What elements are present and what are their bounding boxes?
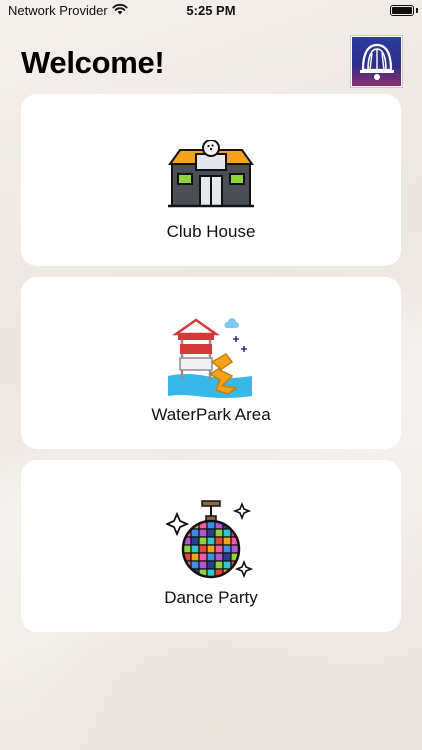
club-house-icon (166, 130, 256, 220)
status-time: 5:25 PM (186, 3, 236, 18)
disco-tile (214, 536, 224, 546)
disco-tile (230, 521, 239, 530)
status-bar: Network Provider 5:25 PM (0, 0, 422, 22)
battery-icon (390, 5, 414, 16)
battery-fill (392, 7, 412, 14)
disco-tile (214, 552, 224, 562)
disco-tile (206, 528, 216, 538)
disco-tile (190, 528, 200, 538)
disco-tile (198, 552, 208, 562)
dance-party-card[interactable]: Dance Party (21, 460, 401, 632)
disco-tile (222, 536, 232, 546)
club-house-card[interactable]: Club House (21, 94, 401, 266)
disco-ball-icon (166, 496, 256, 586)
disco-tile (190, 560, 200, 570)
disco-tile (206, 552, 216, 562)
disco-tile (214, 528, 224, 538)
battery-tip (416, 8, 418, 13)
disco-tile (206, 536, 216, 546)
disco-tile (230, 568, 239, 577)
card-label: Club House (166, 222, 256, 241)
disco-tile (190, 552, 200, 562)
disco-tile (222, 544, 232, 554)
disco-tile (214, 560, 224, 570)
bell-logo-icon (359, 43, 394, 80)
disco-tile (206, 560, 216, 570)
disco-tile (222, 552, 232, 562)
disco-tile (214, 544, 224, 554)
waterpark-card[interactable]: WaterPark Area (21, 277, 401, 449)
disco-tile (183, 568, 192, 577)
waterpark-icon (166, 313, 256, 403)
disco-tile (222, 528, 232, 538)
card-label: Dance Party (164, 588, 258, 607)
card-label: WaterPark Area (151, 405, 271, 424)
disco-tile (222, 560, 232, 570)
disco-tile (198, 560, 208, 570)
app-logo[interactable] (351, 36, 402, 87)
disco-tile (198, 536, 208, 546)
disco-tile (198, 544, 208, 554)
disco-tile (190, 544, 200, 554)
page-title: Welcome! (21, 45, 165, 80)
disco-tile (198, 528, 208, 538)
header: Welcome! (21, 36, 402, 90)
disco-tile (206, 544, 216, 554)
disco-tile (190, 536, 200, 546)
